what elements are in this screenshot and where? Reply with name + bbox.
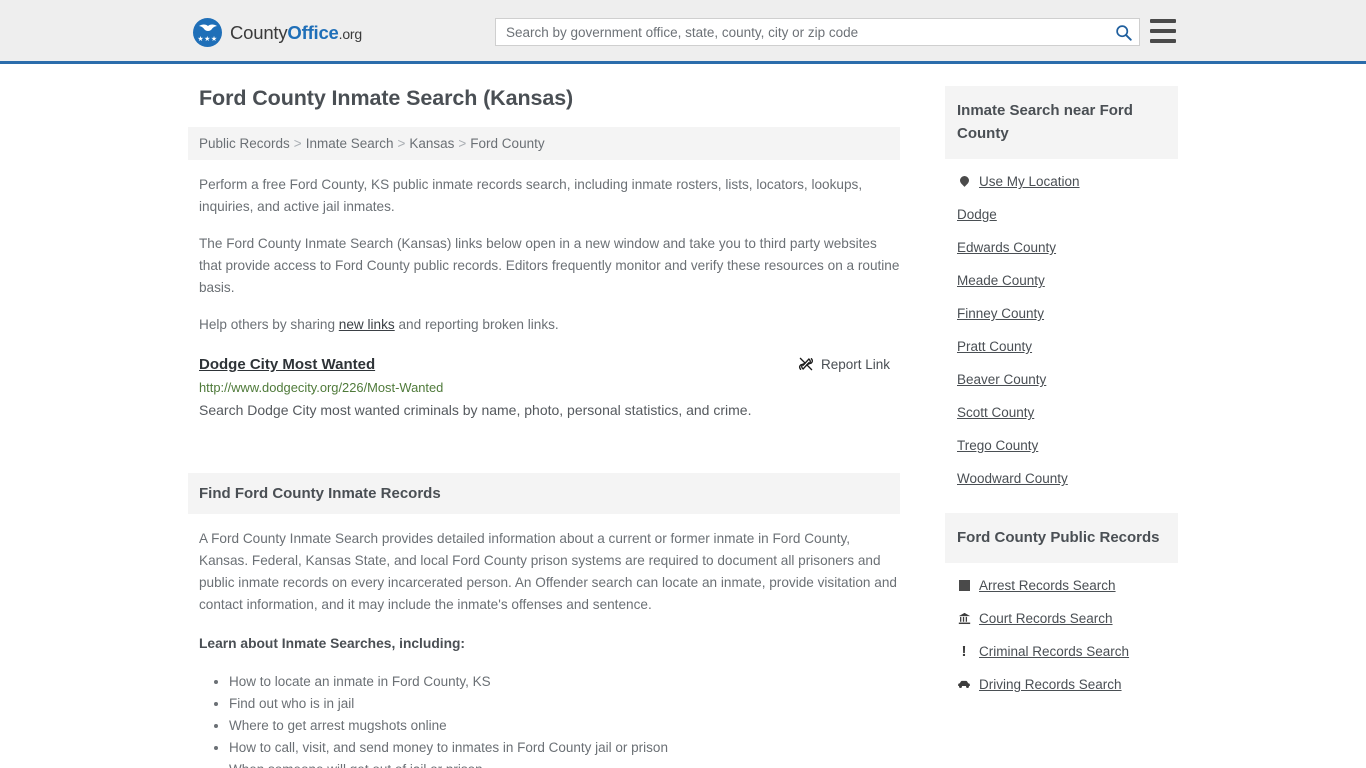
breadcrumb-item-inmate-search[interactable]: Inmate Search [306,136,394,151]
hamburger-menu-icon[interactable] [1150,19,1176,43]
sidebar-item-criminal-records[interactable]: ! Criminal Records Search [945,635,1178,668]
menu-bar-3 [1150,39,1176,43]
eagle-seal-icon: ★★★ [193,18,222,47]
map-pin-icon [957,174,971,187]
courthouse-glyph [958,612,970,625]
sidebar-item-woodward-county[interactable]: Woodward County [945,462,1178,495]
section-lead: Learn about Inmate Searches, including: [199,636,466,651]
menu-bar-2 [1150,29,1176,33]
sidebar-link-edwards-county[interactable]: Edwards County [957,240,1056,255]
breadcrumb-separator-2: > [397,136,406,151]
section-body: A Ford County Inmate Search provides det… [188,528,900,768]
search-button[interactable] [1107,19,1139,45]
car-glyph [958,680,970,688]
list-item: How to locate an inmate in Ford County, … [229,672,900,692]
list-item: How to call, visit, and send money to in… [229,738,900,758]
logo-text-office: Office [287,21,339,43]
square-icon [957,580,971,591]
intro-p3-before: Help others by sharing [199,317,339,332]
sidebar-link-criminal-records[interactable]: Criminal Records Search [979,644,1129,659]
sidebar-link-woodward-county[interactable]: Woodward County [957,471,1068,486]
sidebar-link-court-records[interactable]: Court Records Search [979,611,1113,626]
sidebar-item-driving-records[interactable]: Driving Records Search [945,668,1178,701]
sidebar-item-arrest-records[interactable]: Arrest Records Search [945,569,1178,602]
menu-bar-1 [1150,19,1176,23]
sidebar-item-scott-county[interactable]: Scott County [945,396,1178,429]
courthouse-icon [957,612,971,625]
sidebar-link-meade-county[interactable]: Meade County [957,273,1045,288]
page-body: Ford County Inmate Search (Kansas) Publi… [0,64,1366,768]
list-item: Where to get arrest mugshots online [229,716,900,736]
exclamation-glyph: ! [961,643,967,660]
new-links-link[interactable]: new links [339,317,395,332]
widget-nearby-heading: Inmate Search near Ford County [945,86,1178,159]
intro-paragraph-3: Help others by sharing new links and rep… [199,314,900,336]
logo-text: CountyOffice.org [230,22,362,44]
car-icon [957,679,971,690]
report-link-label: Report Link [820,356,890,372]
intro-p3-after: and reporting broken links. [394,317,559,332]
square-shape [958,580,970,591]
intro-paragraph-2: The Ford County Inmate Search (Kansas) l… [199,236,900,295]
section-bullet-list: How to locate an inmate in Ford County, … [199,672,900,768]
map-pin-shape [957,174,971,187]
logo-text-org: .org [338,25,363,42]
sidebar-item-dodge[interactable]: Dodge [945,198,1178,231]
site-header: ★★★ CountyOffice.org [0,0,1366,64]
sidebar-item-court-records[interactable]: Court Records Search [945,602,1178,635]
link-result-header: Dodge City Most Wanted Report Link [199,356,900,373]
sidebar-link-dodge[interactable]: Dodge [957,207,997,222]
section-paragraph: A Ford County Inmate Search provides det… [199,531,897,612]
result-url: http://www.dodgecity.org/226/Most-Wanted [199,380,444,395]
sidebar-link-use-my-location[interactable]: Use My Location [979,174,1080,189]
report-link-button[interactable]: Report Link [798,356,890,372]
sidebar-link-arrest-records[interactable]: Arrest Records Search [979,578,1116,593]
result-description: Search Dodge City most wanted criminals … [199,402,752,418]
intro-text: Perform a free Ford County, KS public in… [188,174,900,336]
sidebar: Inmate Search near Ford County Use My Lo… [945,86,1178,705]
public-records-list: Arrest Records Search Court Records Sear… [945,563,1178,701]
breadcrumb-item-kansas[interactable]: Kansas [409,136,454,151]
sidebar-item-edwards-county[interactable]: Edwards County [945,231,1178,264]
intro-paragraph-1: Perform a free Ford County, KS public in… [199,177,863,214]
result-title-link[interactable]: Dodge City Most Wanted [199,356,375,373]
widget-public-records-heading: Ford County Public Records [945,513,1178,563]
main-column: Ford County Inmate Search (Kansas) Publi… [188,86,900,768]
breadcrumb-separator-1: > [293,136,302,151]
link-result: Dodge City Most Wanted Report Link http:… [199,356,900,420]
widget-nearby-inmate-search: Inmate Search near Ford County Use My Lo… [945,86,1178,495]
breadcrumb: Public Records > Inmate Search > Kansas > Ford… [188,127,900,160]
sidebar-item-beaver-county[interactable]: Beaver County [945,363,1178,396]
broken-link-icon [798,357,813,371]
sidebar-item-use-my-location[interactable]: Use My Location [945,165,1178,198]
sidebar-item-meade-county[interactable]: Meade County [945,264,1178,297]
breadcrumb-item-public-records[interactable]: Public Records [199,136,290,151]
sidebar-item-finney-county[interactable]: Finney County [945,297,1178,330]
widget-public-records: Ford County Public Records Arrest Record… [945,513,1178,701]
eagle-glyph [198,24,217,31]
logo-text-county: County [230,21,288,43]
search-input[interactable] [496,19,1107,45]
sidebar-link-beaver-county[interactable]: Beaver County [957,372,1046,387]
section-heading: Find Ford County Inmate Records [188,473,900,514]
search-icon [1115,24,1132,41]
sidebar-link-scott-county[interactable]: Scott County [957,405,1034,420]
sidebar-link-pratt-county[interactable]: Pratt County [957,339,1032,354]
search-bar[interactable] [495,18,1140,46]
breadcrumb-separator-3: > [458,136,467,151]
site-logo[interactable]: ★★★ CountyOffice.org [193,18,362,47]
list-item: Find out who is in jail [229,694,900,714]
nearby-list: Use My Location Dodge Edwards County Mea… [945,159,1178,495]
stars-glyph: ★★★ [197,36,218,43]
sidebar-link-trego-county[interactable]: Trego County [957,438,1038,453]
sidebar-link-driving-records[interactable]: Driving Records Search [979,677,1122,692]
content-container: Ford County Inmate Search (Kansas) Publi… [188,64,1178,768]
sidebar-link-finney-county[interactable]: Finney County [957,306,1044,321]
exclamation-icon: ! [957,643,971,660]
list-item: When someone will get out of jail or pri… [229,760,900,768]
sidebar-item-pratt-county[interactable]: Pratt County [945,330,1178,363]
sidebar-item-trego-county[interactable]: Trego County [945,429,1178,462]
breadcrumb-item-ford-county: Ford County [470,136,545,151]
page-title: Ford County Inmate Search (Kansas) [199,86,574,110]
